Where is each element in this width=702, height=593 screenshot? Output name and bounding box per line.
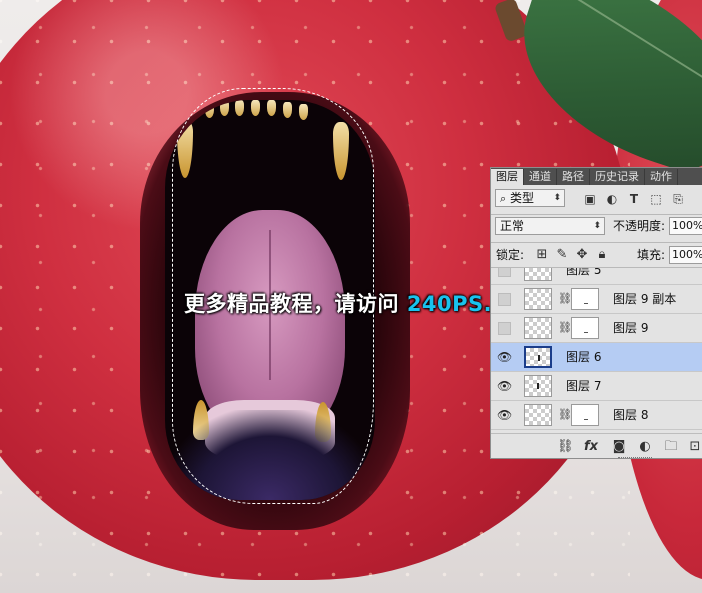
layer-row[interactable]: ⛓ 图层 9 副本: [491, 285, 702, 314]
lock-all-icon[interactable]: 🔒︎: [595, 248, 609, 262]
opacity-label: 不透明度:: [613, 219, 666, 233]
layers-bottom-toolbar: ⛓ fx ◙ ◐ 🗀︎ ⊡: [491, 433, 702, 458]
layer-row[interactable]: 图层 5: [491, 268, 702, 285]
tab-history[interactable]: 历史记录: [590, 169, 645, 185]
layer-thumbnail: [524, 268, 552, 281]
tab-layers[interactable]: 图层: [491, 169, 524, 185]
layer-row-selected[interactable]: 👁︎ 图层 6: [491, 343, 702, 372]
layer-name: 图层 8: [613, 408, 649, 422]
layer-thumbnail: [524, 375, 552, 397]
layer-list[interactable]: 图层 5 ⛓ 图层 9 副本 ⛓ 图层 9 👁︎ 图层 6 👁︎ 图层 7 👁︎…: [491, 268, 702, 433]
link-icon: ⛓: [558, 321, 572, 334]
updown-arrow-icon: ⬍: [553, 193, 561, 203]
visibility-toggle[interactable]: [497, 268, 511, 277]
opacity-input[interactable]: 100%: [669, 217, 702, 235]
lock-image-icon[interactable]: ✎: [555, 248, 569, 262]
eye-icon[interactable]: 👁︎: [497, 379, 512, 393]
blend-row: 正常 ⬍ 不透明度: 100%: [491, 217, 702, 239]
layers-panel: 图层 通道 路径 历史记录 动作 ⌕ 类型 ⬍ ▣ ◐ T ⬚ ⎘ 正常 ⬍ 不…: [490, 167, 702, 459]
resize-grip[interactable]: [618, 457, 652, 458]
tab-paths[interactable]: 路径: [557, 169, 590, 185]
layer-row[interactable]: 👁︎ 图层 7: [491, 372, 702, 401]
link-icon: ⛓: [558, 408, 572, 421]
link-layers-icon[interactable]: ⛓: [557, 439, 574, 455]
layer-thumbnail: [524, 346, 552, 368]
layer-mask-thumbnail[interactable]: [571, 288, 599, 310]
layer-mask-thumbnail[interactable]: [571, 317, 599, 339]
add-mask-icon[interactable]: ◙: [611, 439, 627, 455]
layer-row[interactable]: ⛓ 图层 9: [491, 314, 702, 343]
shape-filter-icon[interactable]: ⬚: [649, 192, 663, 206]
lock-position-icon[interactable]: ✥: [575, 248, 589, 262]
smart-object-filter-icon[interactable]: ⎘: [671, 192, 685, 206]
eye-icon[interactable]: 👁︎: [497, 350, 512, 364]
layer-style-icon[interactable]: fx: [583, 439, 599, 455]
layer-name: 图层 5: [566, 268, 602, 277]
tab-channels[interactable]: 通道: [524, 169, 557, 185]
filter-kind-value: 类型: [510, 191, 535, 205]
tab-actions[interactable]: 动作: [645, 169, 678, 185]
link-icon: ⛓: [558, 292, 572, 305]
new-group-icon[interactable]: 🗀︎: [663, 439, 679, 455]
blend-mode-select[interactable]: 正常 ⬍: [495, 217, 605, 235]
layer-name: 图层 9: [613, 321, 649, 335]
image-filter-icon[interactable]: ▣: [583, 192, 597, 206]
eye-icon[interactable]: 👁︎: [497, 408, 512, 422]
layer-name: 图层 9 副本: [613, 292, 677, 306]
lock-label: 锁定:: [496, 248, 525, 262]
updown-arrow-icon: ⬍: [593, 221, 601, 231]
panel-tabs: 图层 通道 路径 历史记录 动作: [491, 168, 702, 185]
fill-label: 填充:: [637, 248, 666, 262]
new-layer-icon[interactable]: ⊡: [687, 439, 702, 455]
watermark-text: 更多精品教程，请访问: [184, 292, 407, 316]
adjustment-layer-icon[interactable]: ◐: [637, 439, 653, 455]
layer-row[interactable]: 👁︎ ⛓ 图层 8: [491, 401, 702, 430]
layer-name: 图层 6: [566, 350, 602, 364]
layer-name: 图层 7: [566, 379, 602, 393]
adjustment-filter-icon[interactable]: ◐: [605, 192, 619, 206]
search-icon: ⌕: [500, 192, 507, 205]
divider: [491, 214, 702, 215]
lock-transparent-icon[interactable]: ⊞: [535, 248, 549, 262]
visibility-toggle[interactable]: [497, 292, 511, 306]
layer-mask-thumbnail[interactable]: [571, 404, 599, 426]
layer-thumbnail: [524, 404, 552, 426]
fill-input[interactable]: 100%: [669, 246, 702, 264]
text-filter-icon[interactable]: T: [627, 192, 641, 206]
filter-row: ⌕ 类型 ⬍ ▣ ◐ T ⬚ ⎘: [491, 189, 702, 211]
visibility-toggle[interactable]: [497, 321, 511, 335]
layer-thumbnail: [524, 288, 552, 310]
filter-kind-select[interactable]: ⌕ 类型 ⬍: [495, 189, 565, 207]
layer-thumbnail: [524, 317, 552, 339]
blend-mode-value: 正常: [500, 219, 525, 233]
divider: [491, 242, 702, 243]
